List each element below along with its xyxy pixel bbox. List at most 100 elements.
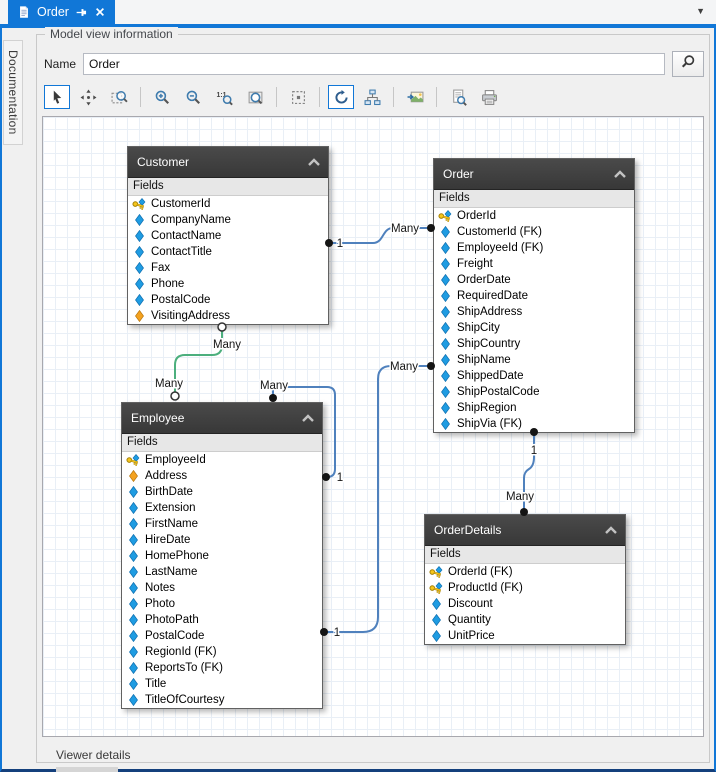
field-name: OrderId [457,210,496,222]
name-input[interactable] [83,53,665,75]
entity-header[interactable]: Order [434,159,634,190]
export-image-button[interactable] [402,85,428,109]
fit-to-drawing-button[interactable] [285,85,311,109]
collapse-chevron-icon[interactable] [613,170,627,178]
connector-order-to-orderdetails[interactable]: 1 Many [504,428,539,516]
field-row[interactable]: LastName [122,564,322,580]
zoom-in-button[interactable] [149,85,175,109]
field-row[interactable]: Freight [434,256,634,272]
field-row[interactable]: BirthDate [122,484,322,500]
attribute-blue-icon [438,290,452,302]
field-row[interactable]: OrderId [434,208,634,224]
field-row[interactable]: ShipPostalCode [434,384,634,400]
collapse-chevron-icon[interactable] [307,158,321,166]
field-row[interactable]: EmployeeId (FK) [434,240,634,256]
entity-header[interactable]: Employee [122,403,322,434]
attribute-blue-icon [126,582,140,594]
tab-order[interactable]: Order [8,0,115,24]
field-row[interactable]: ProductId (FK) [425,580,625,596]
field-row[interactable]: PhotoPath [122,612,322,628]
attribute-blue-icon [438,306,452,318]
field-row[interactable]: Fax [128,260,328,276]
relayout-button[interactable] [359,85,385,109]
field-row[interactable]: CustomerId [128,196,328,212]
field-row[interactable]: TitleOfCourtesy [122,692,322,708]
attribute-blue-icon [126,486,140,498]
entity-customer[interactable]: Customer Fields CustomerId CompanyName Conta… [127,146,329,325]
field-row[interactable]: CompanyName [128,212,328,228]
zoom-1-1-button[interactable]: 1:1 [211,85,237,109]
field-name: PostalCode [145,630,205,642]
field-row[interactable]: Title [122,676,322,692]
attribute-blue-icon [132,246,146,258]
pointer-button[interactable] [44,85,70,109]
entity-orderdetails[interactable]: OrderDetails Fields OrderId (FK) ProductId … [424,514,626,645]
field-row[interactable]: HomePhone [122,548,322,564]
pan-button[interactable] [75,85,101,109]
attribute-blue-icon [132,294,146,306]
field-row[interactable]: ShipCity [434,320,634,336]
field-row[interactable]: Discount [425,596,625,612]
pin-icon[interactable] [75,6,88,19]
field-row[interactable]: ShippedDate [434,368,634,384]
field-name: ShipAddress [457,306,523,318]
field-row[interactable]: ShipVia (FK) [434,416,634,432]
tab-list-dropdown-icon[interactable]: ▼ [696,7,705,16]
field-row[interactable]: RequiredDate [434,288,634,304]
field-row[interactable]: CustomerId (FK) [434,224,634,240]
entity-order[interactable]: Order Fields OrderId CustomerId (FK) Employe… [433,158,635,433]
field-row[interactable]: EmployeeId [122,452,322,468]
field-row[interactable]: HireDate [122,532,322,548]
field-row[interactable]: ShipAddress [434,304,634,320]
attribute-blue-icon [132,214,146,226]
zoom-out-button[interactable] [180,85,206,109]
field-row[interactable]: ContactTitle [128,244,328,260]
field-row[interactable]: ReportsTo (FK) [122,660,322,676]
collapse-chevron-icon[interactable] [301,414,315,422]
search-button[interactable] [672,51,704,77]
field-row[interactable]: Notes [122,580,322,596]
field-row[interactable]: RegionId (FK) [122,644,322,660]
entity-employee[interactable]: Employee Fields EmployeeId Address BirthDate… [121,402,323,709]
attribute-blue-icon [126,566,140,578]
entity-header[interactable]: Customer [128,147,328,178]
toolbar-separator [276,87,277,107]
fields-section-header: Fields [434,190,634,208]
field-row[interactable]: Phone [128,276,328,292]
marquee-zoom-button[interactable] [106,85,132,109]
zoom-selection-button[interactable] [242,85,268,109]
refresh-button[interactable] [328,85,354,109]
diagram-canvas[interactable]: 1 Many Many Many Many 1 1 Many 1 Many Customer Fie… [42,116,704,737]
print-preview-button[interactable] [445,85,471,109]
field-row[interactable]: VisitingAddress [128,308,328,324]
field-row[interactable]: ShipRegion [434,400,634,416]
close-icon[interactable] [94,6,106,18]
field-name: OrderId (FK) [448,566,513,578]
attribute-blue-icon [429,630,443,642]
field-row[interactable]: ShipName [434,352,634,368]
connector-customer-to-order[interactable]: 1 Many [325,222,435,252]
field-row[interactable]: Extension [122,500,322,516]
field-row[interactable]: ShipCountry [434,336,634,352]
field-row[interactable]: PostalCode [122,628,322,644]
field-row[interactable]: Address [122,468,322,484]
print-button[interactable] [476,85,502,109]
connector-customer-to-employee-many-many[interactable]: Many Many [153,322,243,401]
left-dock-strip: Documentation [2,28,24,769]
field-row[interactable]: UnitPrice [425,628,625,644]
field-row[interactable]: OrderId (FK) [425,564,625,580]
field-name: ShipPostalCode [457,386,540,398]
entity-header[interactable]: OrderDetails [425,515,625,546]
field-row[interactable]: PostalCode [128,292,328,308]
field-row[interactable]: FirstName [122,516,322,532]
connector-employee-to-order[interactable]: 1 Many [320,360,435,641]
collapse-chevron-icon[interactable] [604,526,618,534]
viewer-details-splitter[interactable] [56,767,118,772]
entity-title: Employee [131,411,185,425]
viewer-details-label[interactable]: Viewer details [56,748,704,762]
field-row[interactable]: ContactName [128,228,328,244]
field-row[interactable]: Photo [122,596,322,612]
field-row[interactable]: OrderDate [434,272,634,288]
field-row[interactable]: Quantity [425,612,625,628]
sidebar-tab-documentation[interactable]: Documentation [3,40,23,145]
